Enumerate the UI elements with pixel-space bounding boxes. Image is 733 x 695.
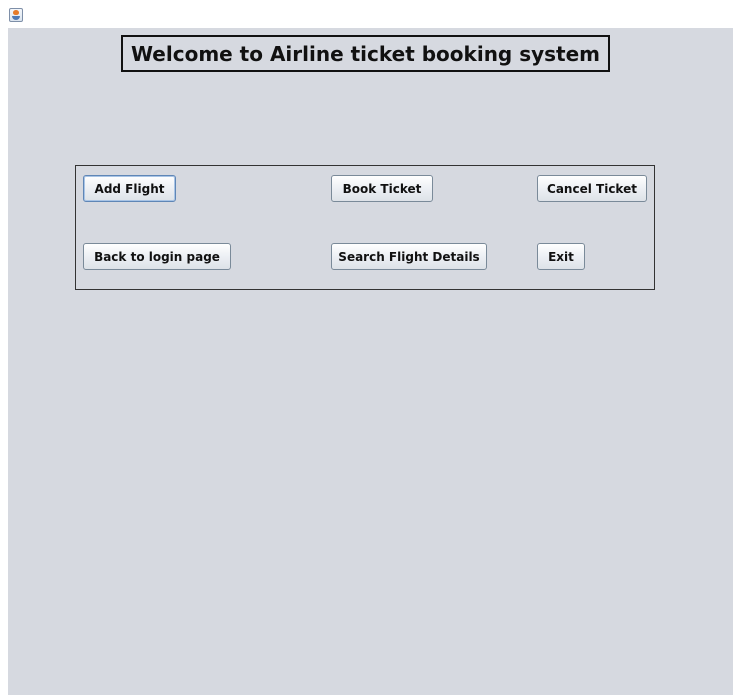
- java-cup-icon: [9, 8, 23, 22]
- menu-panel: Add Flight Book Ticket Cancel Ticket Bac…: [75, 165, 655, 290]
- add-flight-button[interactable]: Add Flight: [83, 175, 176, 202]
- main-content-pane: Welcome to Airline ticket booking system…: [8, 28, 733, 695]
- back-to-login-button[interactable]: Back to login page: [83, 243, 231, 270]
- book-ticket-button[interactable]: Book Ticket: [331, 175, 433, 202]
- window-titlebar: [0, 0, 733, 28]
- cancel-ticket-button[interactable]: Cancel Ticket: [537, 175, 647, 202]
- exit-button[interactable]: Exit: [537, 243, 585, 270]
- search-flight-details-button[interactable]: Search Flight Details: [331, 243, 487, 270]
- welcome-title: Welcome to Airline ticket booking system: [121, 35, 610, 72]
